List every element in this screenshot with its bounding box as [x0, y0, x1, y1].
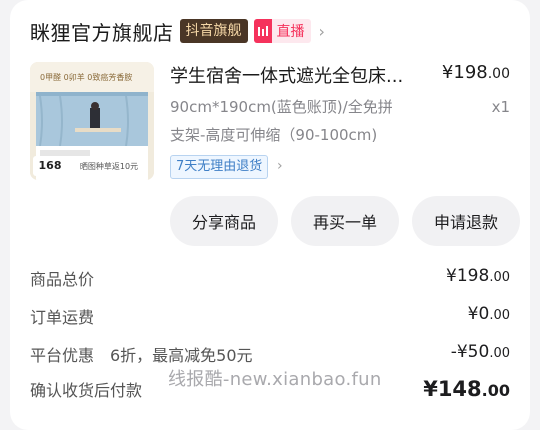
- thumb-promo: 晒图种草返10元: [70, 160, 148, 174]
- total-int: ¥148: [423, 377, 482, 401]
- subtotal-dec: .00: [489, 270, 510, 285]
- total-label: 确认收货后付款: [30, 381, 143, 400]
- product-price-int: ¥198: [441, 62, 488, 83]
- live-label: 直播: [276, 24, 305, 40]
- live-badge[interactable]: 直播: [253, 19, 311, 43]
- discount-dec: .00: [489, 346, 510, 361]
- return-policy-tag[interactable]: 7天无理由退货: [170, 155, 269, 179]
- shipping-row: 订单运费 ¥0.00: [30, 304, 510, 332]
- product-spec-line2: 支架-高度可伸缩（90-100cm): [170, 126, 378, 144]
- product-price-dec: .00: [487, 66, 510, 82]
- chevron-right-icon[interactable]: ›: [319, 22, 325, 41]
- shipping-label: 订单运费: [30, 308, 95, 327]
- live-bars-icon: [253, 19, 272, 43]
- watermark-text: 线报酷-new.xianbao.fun: [168, 369, 382, 390]
- store-header[interactable]: 眯狸官方旗舰店 抖音旗舰 直播 ›: [30, 14, 325, 48]
- subtotal-row: 商品总价 ¥198.00: [30, 266, 510, 294]
- total-value: ¥148.00: [423, 377, 510, 401]
- order-card: 眯狸官方旗舰店 抖音旗舰 直播 › 168 晒图种草返10元 0甲醛 0卯羊 0…: [10, 0, 530, 430]
- shipping-value: ¥0.00: [468, 304, 510, 324]
- product-title[interactable]: 学生宿舍一体式遮光全包床...: [170, 62, 438, 88]
- rebuy-button[interactable]: 再买一单: [291, 196, 399, 246]
- product-quantity: x1: [491, 98, 510, 116]
- refund-button[interactable]: 申请退款: [412, 196, 520, 246]
- share-product-button[interactable]: 分享商品: [170, 196, 278, 246]
- total-dec: .00: [481, 381, 510, 400]
- shipping-int: ¥0: [467, 304, 490, 324]
- product-price: ¥198.00: [442, 62, 510, 83]
- subtotal-int: ¥198: [446, 266, 490, 286]
- subtotal-value: ¥198.00: [446, 266, 510, 286]
- shipping-dec: .00: [489, 308, 510, 323]
- thumb-caption: 0甲醛 0卯羊 0致癌芳香胺: [40, 73, 133, 82]
- thumb-price-tag: 168: [33, 156, 67, 176]
- subtotal-label: 商品总价: [30, 270, 95, 289]
- discount-label: 平台优惠 6折，最高减免50元: [30, 346, 253, 365]
- flagship-badge: 抖音旗舰: [179, 19, 248, 43]
- product-spec-line1: 90cm*190cm(蓝色账顶)/全免拼: [170, 98, 393, 116]
- discount-value: -¥50.00: [451, 342, 510, 362]
- discount-int: -¥50: [450, 342, 490, 362]
- store-name[interactable]: 眯狸官方旗舰店: [30, 17, 174, 46]
- product-thumbnail[interactable]: 168 晒图种草返10元 0甲醛 0卯羊 0致癌芳香胺: [30, 62, 154, 180]
- chevron-right-icon[interactable]: ›: [277, 155, 283, 177]
